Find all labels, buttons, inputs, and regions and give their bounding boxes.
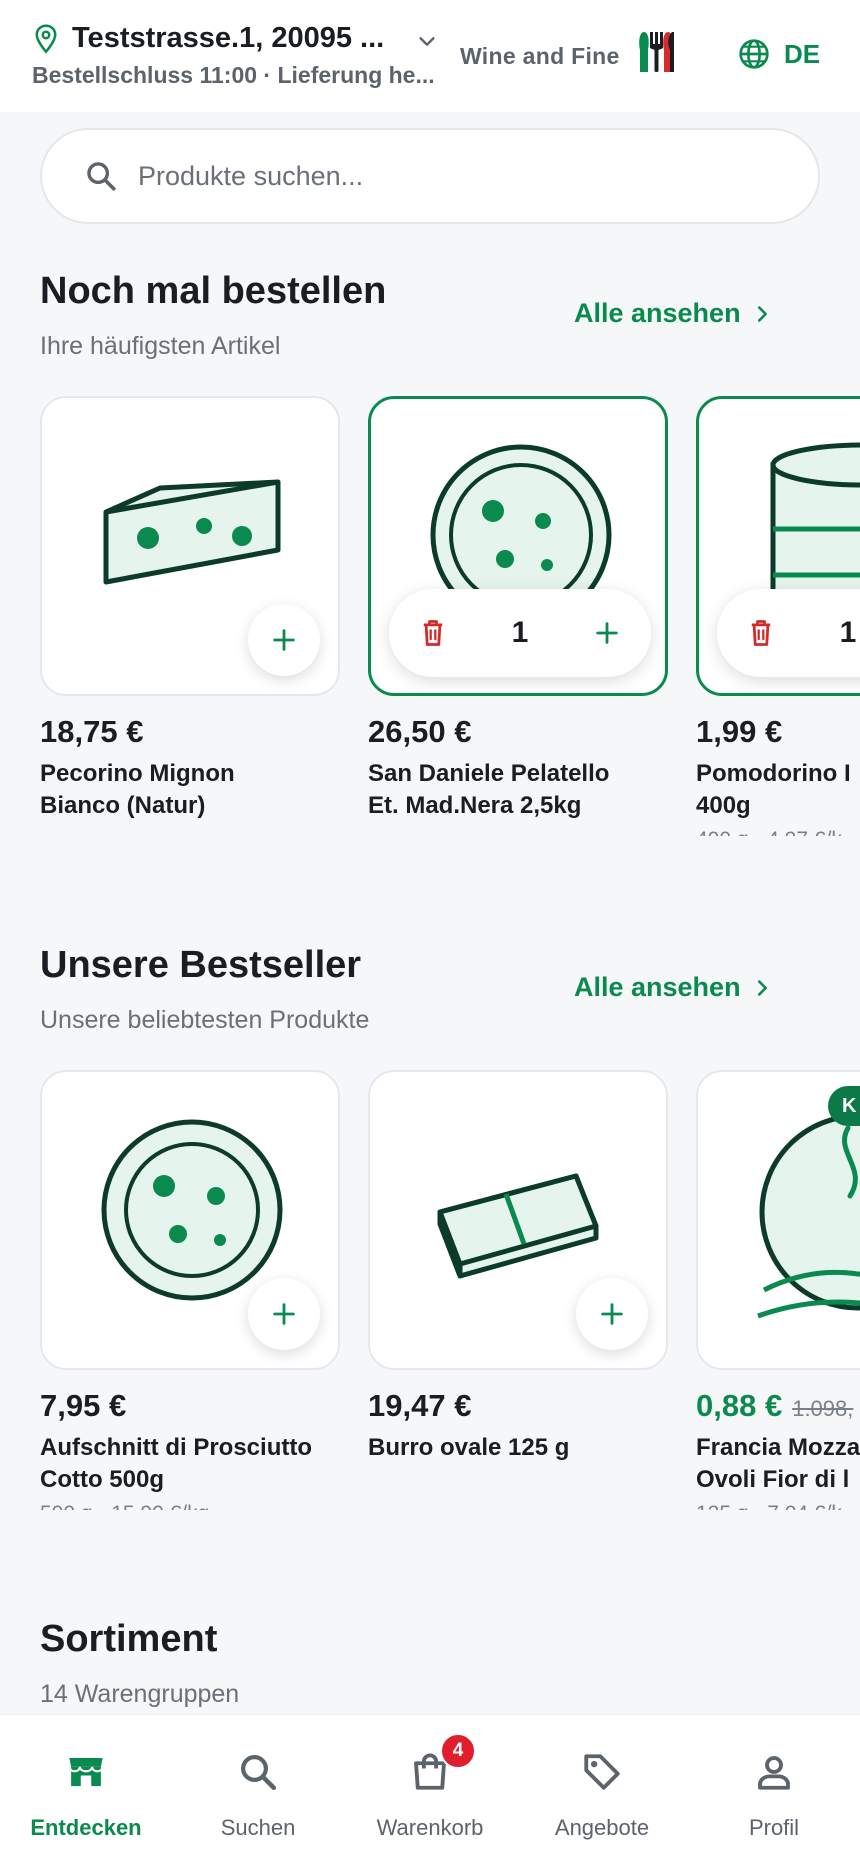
plus-icon	[273, 1303, 295, 1325]
product-price: 18,75 €	[40, 714, 144, 749]
product-image[interactable]	[40, 396, 340, 696]
product-card[interactable]: 7,95 € Aufschnitt di Prosciutto Cotto 50…	[40, 1070, 340, 1510]
product-card[interactable]: 18,75 € Pecorino Mignon Bianco (Natur)	[40, 396, 340, 822]
trash-icon[interactable]	[419, 618, 447, 648]
product-image[interactable]: 1	[368, 396, 668, 696]
nav-item-entdecken[interactable]: Entdecken	[0, 1715, 172, 1864]
product-image[interactable]	[40, 1070, 340, 1370]
add-to-cart-button[interactable]	[248, 1278, 320, 1350]
product-name-line2: Cotto 500g	[40, 1466, 165, 1493]
product-name: San Daniele Pelatello	[368, 760, 610, 787]
delivery-info: Bestellschluss 11:00 · Lieferung he...	[32, 62, 435, 88]
tag-icon	[584, 1754, 620, 1790]
product-price: 26,50 €	[368, 714, 472, 749]
add-to-cart-button[interactable]	[248, 604, 320, 676]
nav-item-profil[interactable]: Profil	[688, 1715, 860, 1864]
brand-name: Wine and Fine	[460, 42, 620, 69]
product-name: Aufschnitt di Prosciutto	[40, 1434, 312, 1461]
product-name: Pomodorino I	[696, 760, 851, 787]
bestseller-subtitle: Unsere beliebtesten Produkte	[40, 1006, 370, 1034]
product-card[interactable]: 19,47 € Burro ovale 125 g	[368, 1070, 668, 1464]
search-icon	[87, 162, 116, 191]
product-name-line2: Ovoli Fior di l	[696, 1466, 850, 1493]
plus-icon	[273, 629, 295, 651]
product-name-line2: 400g	[696, 792, 751, 819]
nav-label: Warenkorb	[376, 1815, 484, 1840]
app-header: Teststrasse.1, 20095 ... Bestellschluss …	[0, 0, 860, 112]
product-price: 19,47 €	[368, 1388, 472, 1423]
search-icon	[241, 1755, 277, 1791]
reorder-see-all-link[interactable]: Alle ansehen	[574, 298, 773, 329]
product-image[interactable]: K	[696, 1070, 860, 1370]
address-selector[interactable]: Teststrasse.1, 20095 ...	[32, 22, 392, 55]
chevron-right-icon	[757, 305, 767, 322]
bestseller-carousel[interactable]: 7,95 € Aufschnitt di Prosciutto Cotto 50…	[0, 1070, 860, 1510]
product-unit-price: 500 g · 15,90 €/kg	[40, 1502, 340, 1510]
product-unit-price: 400 g · 4,97 €/k	[696, 828, 860, 836]
product-image[interactable]	[368, 1070, 668, 1370]
chevron-down-icon[interactable]	[416, 30, 438, 52]
product-name-line2: Bianco (Natur)	[40, 792, 206, 819]
nav-item-angebote[interactable]: Angebote	[516, 1715, 688, 1864]
globe-icon	[739, 39, 769, 69]
product-name: Francia Mozza	[696, 1434, 860, 1461]
product-image[interactable]: 1	[696, 396, 860, 696]
language-switcher[interactable]: DE	[738, 38, 820, 70]
nav-label: Profil	[748, 1815, 800, 1840]
nav-label: Angebote	[554, 1815, 650, 1840]
plus-icon	[601, 1303, 623, 1325]
assortment-title: Sortiment	[40, 1618, 218, 1660]
product-card[interactable]: 1 26,50 € San Daniele Pelatello Et. Mad.…	[368, 396, 668, 822]
product-price: 1,99 €	[696, 714, 783, 749]
product-price: 7,95 €	[40, 1388, 127, 1423]
reorder-carousel[interactable]: 18,75 € Pecorino Mignon Bianco (Natur) 1…	[0, 396, 860, 836]
product-card[interactable]: 1 1,99 € Pomodorino I 400g 400 g · 4,97 …	[696, 396, 860, 836]
see-all-label: Alle ansehen	[574, 298, 741, 328]
see-all-label: Alle ansehen	[574, 972, 741, 1002]
bottom-navigation: Entdecken Suchen 4 Warenkorb Angebote Pr…	[0, 1714, 860, 1864]
nav-item-warenkorb[interactable]: 4 Warenkorb	[344, 1715, 516, 1864]
cart-count-badge: 4	[440, 1733, 476, 1769]
product-price: 0,88 €	[696, 1388, 783, 1423]
brand[interactable]: Wine and Fine	[460, 32, 682, 76]
bestseller-see-all-link[interactable]: Alle ansehen	[574, 972, 773, 1003]
quantity-value: 1	[511, 616, 529, 649]
quantity-value: 1	[839, 616, 857, 649]
product-card[interactable]: K 0,88 € 1.098, Francia Mozza Ovoli Fior…	[696, 1070, 860, 1510]
location-pin-icon	[35, 23, 57, 54]
product-old-price: 1.098,	[792, 1396, 854, 1421]
reorder-subtitle: Ihre häufigsten Artikel	[40, 332, 281, 360]
user-icon	[758, 1756, 790, 1790]
deal-badge: K	[828, 1086, 860, 1126]
search-placeholder: Produkte suchen...	[138, 160, 364, 191]
product-unit-price: 125 g · 7,04 €/k	[696, 1502, 860, 1510]
store-icon	[68, 1758, 104, 1786]
product-name: Pecorino Mignon	[40, 760, 235, 787]
search-input[interactable]: Produkte suchen...	[40, 128, 820, 224]
trash-icon[interactable]	[747, 618, 775, 648]
reorder-title: Noch mal bestellen	[40, 270, 387, 312]
quantity-stepper[interactable]: 1	[389, 589, 651, 677]
quantity-stepper[interactable]: 1	[717, 589, 860, 677]
product-name: Burro ovale 125 g	[368, 1434, 570, 1461]
product-name-line2: Et. Mad.Nera 2,5kg	[368, 792, 582, 819]
chevron-right-icon	[757, 979, 767, 996]
assortment-subtitle: 14 Warengruppen	[40, 1680, 240, 1708]
nav-item-suchen[interactable]: Suchen	[172, 1715, 344, 1864]
delivery-address: Teststrasse.1, 20095 ...	[72, 22, 385, 54]
brand-logo-icon	[638, 32, 674, 72]
language-code: DE	[784, 38, 821, 69]
plus-icon[interactable]	[593, 618, 621, 648]
bestseller-title: Unsere Bestseller	[40, 944, 362, 986]
add-to-cart-button[interactable]	[576, 1278, 648, 1350]
nav-label: Entdecken	[30, 1815, 142, 1840]
nav-label: Suchen	[220, 1815, 296, 1840]
